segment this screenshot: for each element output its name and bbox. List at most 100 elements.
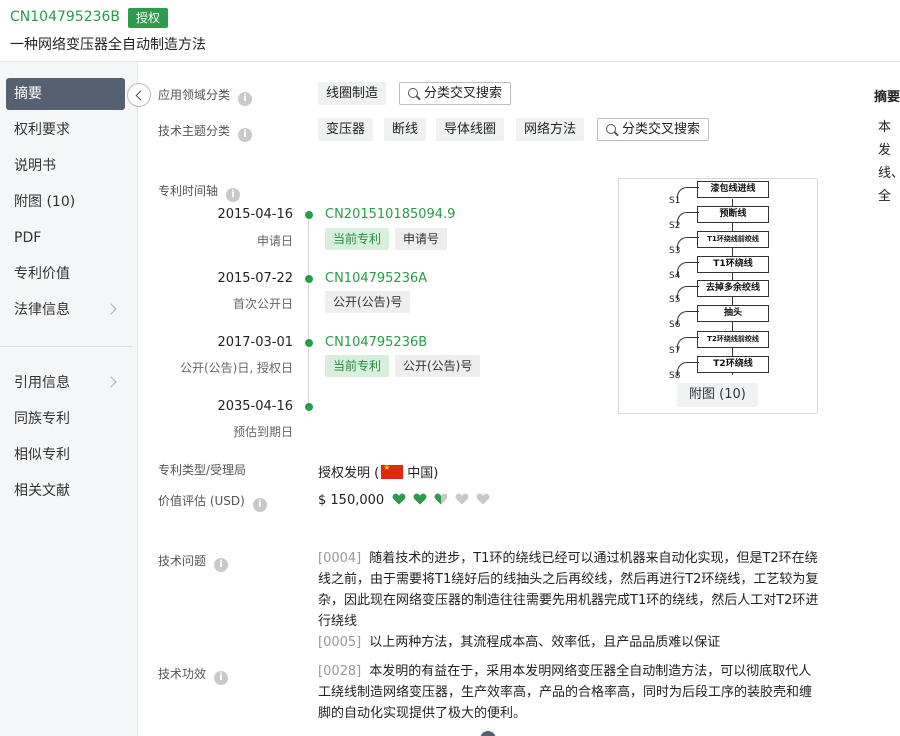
sidebar-item-claims[interactable]: 权利要求 <box>6 114 125 146</box>
patent-type-label: 专利类型/受理局 <box>158 463 247 477</box>
rating-heart-icon <box>392 493 406 505</box>
step-label: S6 <box>669 320 681 330</box>
paragraph-text: 随着技术的进步，T1环的绕线已经可以通过机器来自动化实现，但是T2环在绕线之前，… <box>318 551 819 629</box>
timeline-date: 2035-04-16 <box>217 399 293 414</box>
rating-heart-icon <box>476 493 490 505</box>
step-label: S2 <box>669 221 681 231</box>
timeline-number[interactable]: CN104795236A <box>325 271 427 286</box>
timeline-dot <box>305 275 313 283</box>
flow-step-box: T1环绕线 <box>697 256 769 273</box>
info-icon[interactable]: i <box>214 558 229 572</box>
sidebar-item-label: PDF <box>14 230 42 246</box>
number-type-chip: 申请号 <box>395 228 448 250</box>
timeline-date: 2015-07-22 <box>217 271 293 286</box>
sidebar-item-label: 相似专利 <box>14 447 70 463</box>
patent-title: 一种网络变压器全自动制造方法 <box>10 37 206 53</box>
figure-thumbnail[interactable]: 漆包线进线 预断线 T1环绕线前绞线 T1环绕线 去掉多余绞线 抽头 T2环绕线… <box>618 178 818 414</box>
tech-tag[interactable]: 导体线圈 <box>436 118 505 141</box>
paragraph-number[interactable]: [0004] <box>318 551 361 566</box>
sidebar-item-citations[interactable]: 引用信息 <box>6 367 125 399</box>
flow-step-box: 去掉多余绞线 <box>697 280 769 297</box>
step-label: S4 <box>669 271 681 281</box>
step-label: S3 <box>669 246 681 256</box>
paragraph-number[interactable]: [0028] <box>318 664 361 679</box>
tech-tag[interactable]: 断线 <box>384 118 427 141</box>
valuation-label: 价值评估 (USD) i <box>158 492 267 512</box>
rating-heart-icon <box>455 493 469 505</box>
sidebar-item-label: 相关文献 <box>14 483 70 499</box>
sidebar-item-label: 权利要求 <box>14 122 70 138</box>
info-icon[interactable]: i <box>252 498 267 512</box>
sidebar-item-label: 摘要 <box>14 86 42 102</box>
sidebar-item-label: 专利价值 <box>14 266 70 282</box>
tech-problem-paragraph: [0004] 随着技术的进步，T1环的绕线已经可以通过机器来自动化实现，但是T2环… <box>318 548 822 632</box>
tech-tag[interactable]: 变压器 <box>318 118 374 141</box>
app-tag[interactable]: 线圈制造 <box>318 82 387 105</box>
scroll-top-button[interactable] <box>480 731 496 736</box>
sidebar-item-label: 附图 (10) <box>14 194 76 210</box>
timeline-number[interactable]: CN104795236B <box>325 335 427 350</box>
sidebar-item-label: 引用信息 <box>14 375 70 391</box>
sidebar-item-family[interactable]: 同族专利 <box>6 403 125 435</box>
sidebar-item-legal-info[interactable]: 法律信息 <box>6 294 125 326</box>
status-badge: 授权 <box>128 8 169 28</box>
info-icon[interactable]: i <box>214 671 229 685</box>
timeline-date: 2015-04-16 <box>217 207 293 222</box>
step-label: S5 <box>669 295 681 305</box>
number-type-chip: 公开(公告)号 <box>325 291 411 313</box>
flow-step-box: T2环绕线 <box>697 356 769 373</box>
figure-caption[interactable]: 附图 (10) <box>677 383 758 407</box>
patent-type-value: 授权发明 (中国) <box>318 462 438 481</box>
timeline-date-type: 公开(公告)日, 授权日 <box>180 361 293 375</box>
search-icon <box>606 124 616 134</box>
chevron-right-icon <box>105 376 117 388</box>
patent-header: CN104795236B 授权 一种网络变压器全自动制造方法 <box>0 0 900 62</box>
tech-effect-label: 技术功效 i <box>158 665 229 685</box>
paragraph-text: 以上两种方法，其流程成本高、效率低，且产品品质难以保证 <box>369 635 721 650</box>
valuation-amount: $ 150,000 <box>318 493 385 508</box>
paragraph-number[interactable]: [0005] <box>318 635 361 650</box>
info-icon[interactable]: i <box>238 128 253 142</box>
sidebar-item-similar[interactable]: 相似专利 <box>6 439 125 471</box>
current-patent-chip: 当前专利 <box>325 228 390 250</box>
current-patent-chip: 当前专利 <box>325 355 390 377</box>
publication-number[interactable]: CN104795236B <box>10 9 120 25</box>
sidebar-item-label: 说明书 <box>14 158 56 174</box>
abstract-panel-title: 摘要 <box>874 90 900 105</box>
timeline-label: 专利时间轴 i <box>158 182 241 202</box>
flow-step-box: T2环绕线前绞线 <box>697 331 769 348</box>
abstract-panel-text: 本发线、全自装胶 <box>878 120 900 204</box>
sidebar-item-description[interactable]: 说明书 <box>6 150 125 182</box>
chevron-right-icon <box>105 303 117 315</box>
sidebar-item-label: 法律信息 <box>14 302 70 318</box>
cross-search-button[interactable]: 分类交叉搜索 <box>597 118 710 141</box>
app-field-label: 应用领域分类 i <box>158 86 253 106</box>
timeline-number[interactable]: CN201510185094.9 <box>325 207 455 222</box>
timeline-line <box>308 215 309 409</box>
sidebar-item-figures[interactable]: 附图 (10) <box>6 186 125 218</box>
sidebar-divider <box>0 346 132 347</box>
timeline-dot <box>305 339 313 347</box>
sidebar-item-patent-value[interactable]: 专利价值 <box>6 258 125 290</box>
info-icon[interactable]: i <box>226 188 241 202</box>
timeline-dot <box>305 403 313 411</box>
sidebar-item-pdf[interactable]: PDF <box>6 222 125 254</box>
timeline-date-type: 预估到期日 <box>232 425 293 439</box>
sidebar-item-related-docs[interactable]: 相关文献 <box>6 475 125 507</box>
flow-step-box: 抽头 <box>697 305 769 322</box>
info-icon[interactable]: i <box>238 92 253 106</box>
collapse-sidebar-button[interactable] <box>127 83 151 107</box>
step-label: S1 <box>669 196 681 206</box>
sidebar-item-abstract[interactable]: 摘要 <box>6 78 125 110</box>
tech-effect-paragraph: [0028] 本发明的有益在于，采用本发明网络变压器全自动制造方法，可以彻底取代人… <box>318 661 822 724</box>
sidebar-item-label: 同族专利 <box>14 411 70 427</box>
flow-step-box: 预断线 <box>697 206 769 223</box>
tech-topic-label: 技术主题分类 i <box>158 122 253 142</box>
tech-tag[interactable]: 网络方法 <box>516 118 585 141</box>
cross-search-button[interactable]: 分类交叉搜索 <box>399 82 512 105</box>
timeline-date-type: 首次公开日 <box>232 297 293 311</box>
search-icon <box>408 88 418 98</box>
step-label: S8 <box>669 371 681 381</box>
timeline-date: 2017-03-01 <box>217 335 293 350</box>
paragraph-text: 本发明的有益在于，采用本发明网络变压器全自动制造方法，可以彻底取代人工绕线制造网… <box>318 664 813 721</box>
